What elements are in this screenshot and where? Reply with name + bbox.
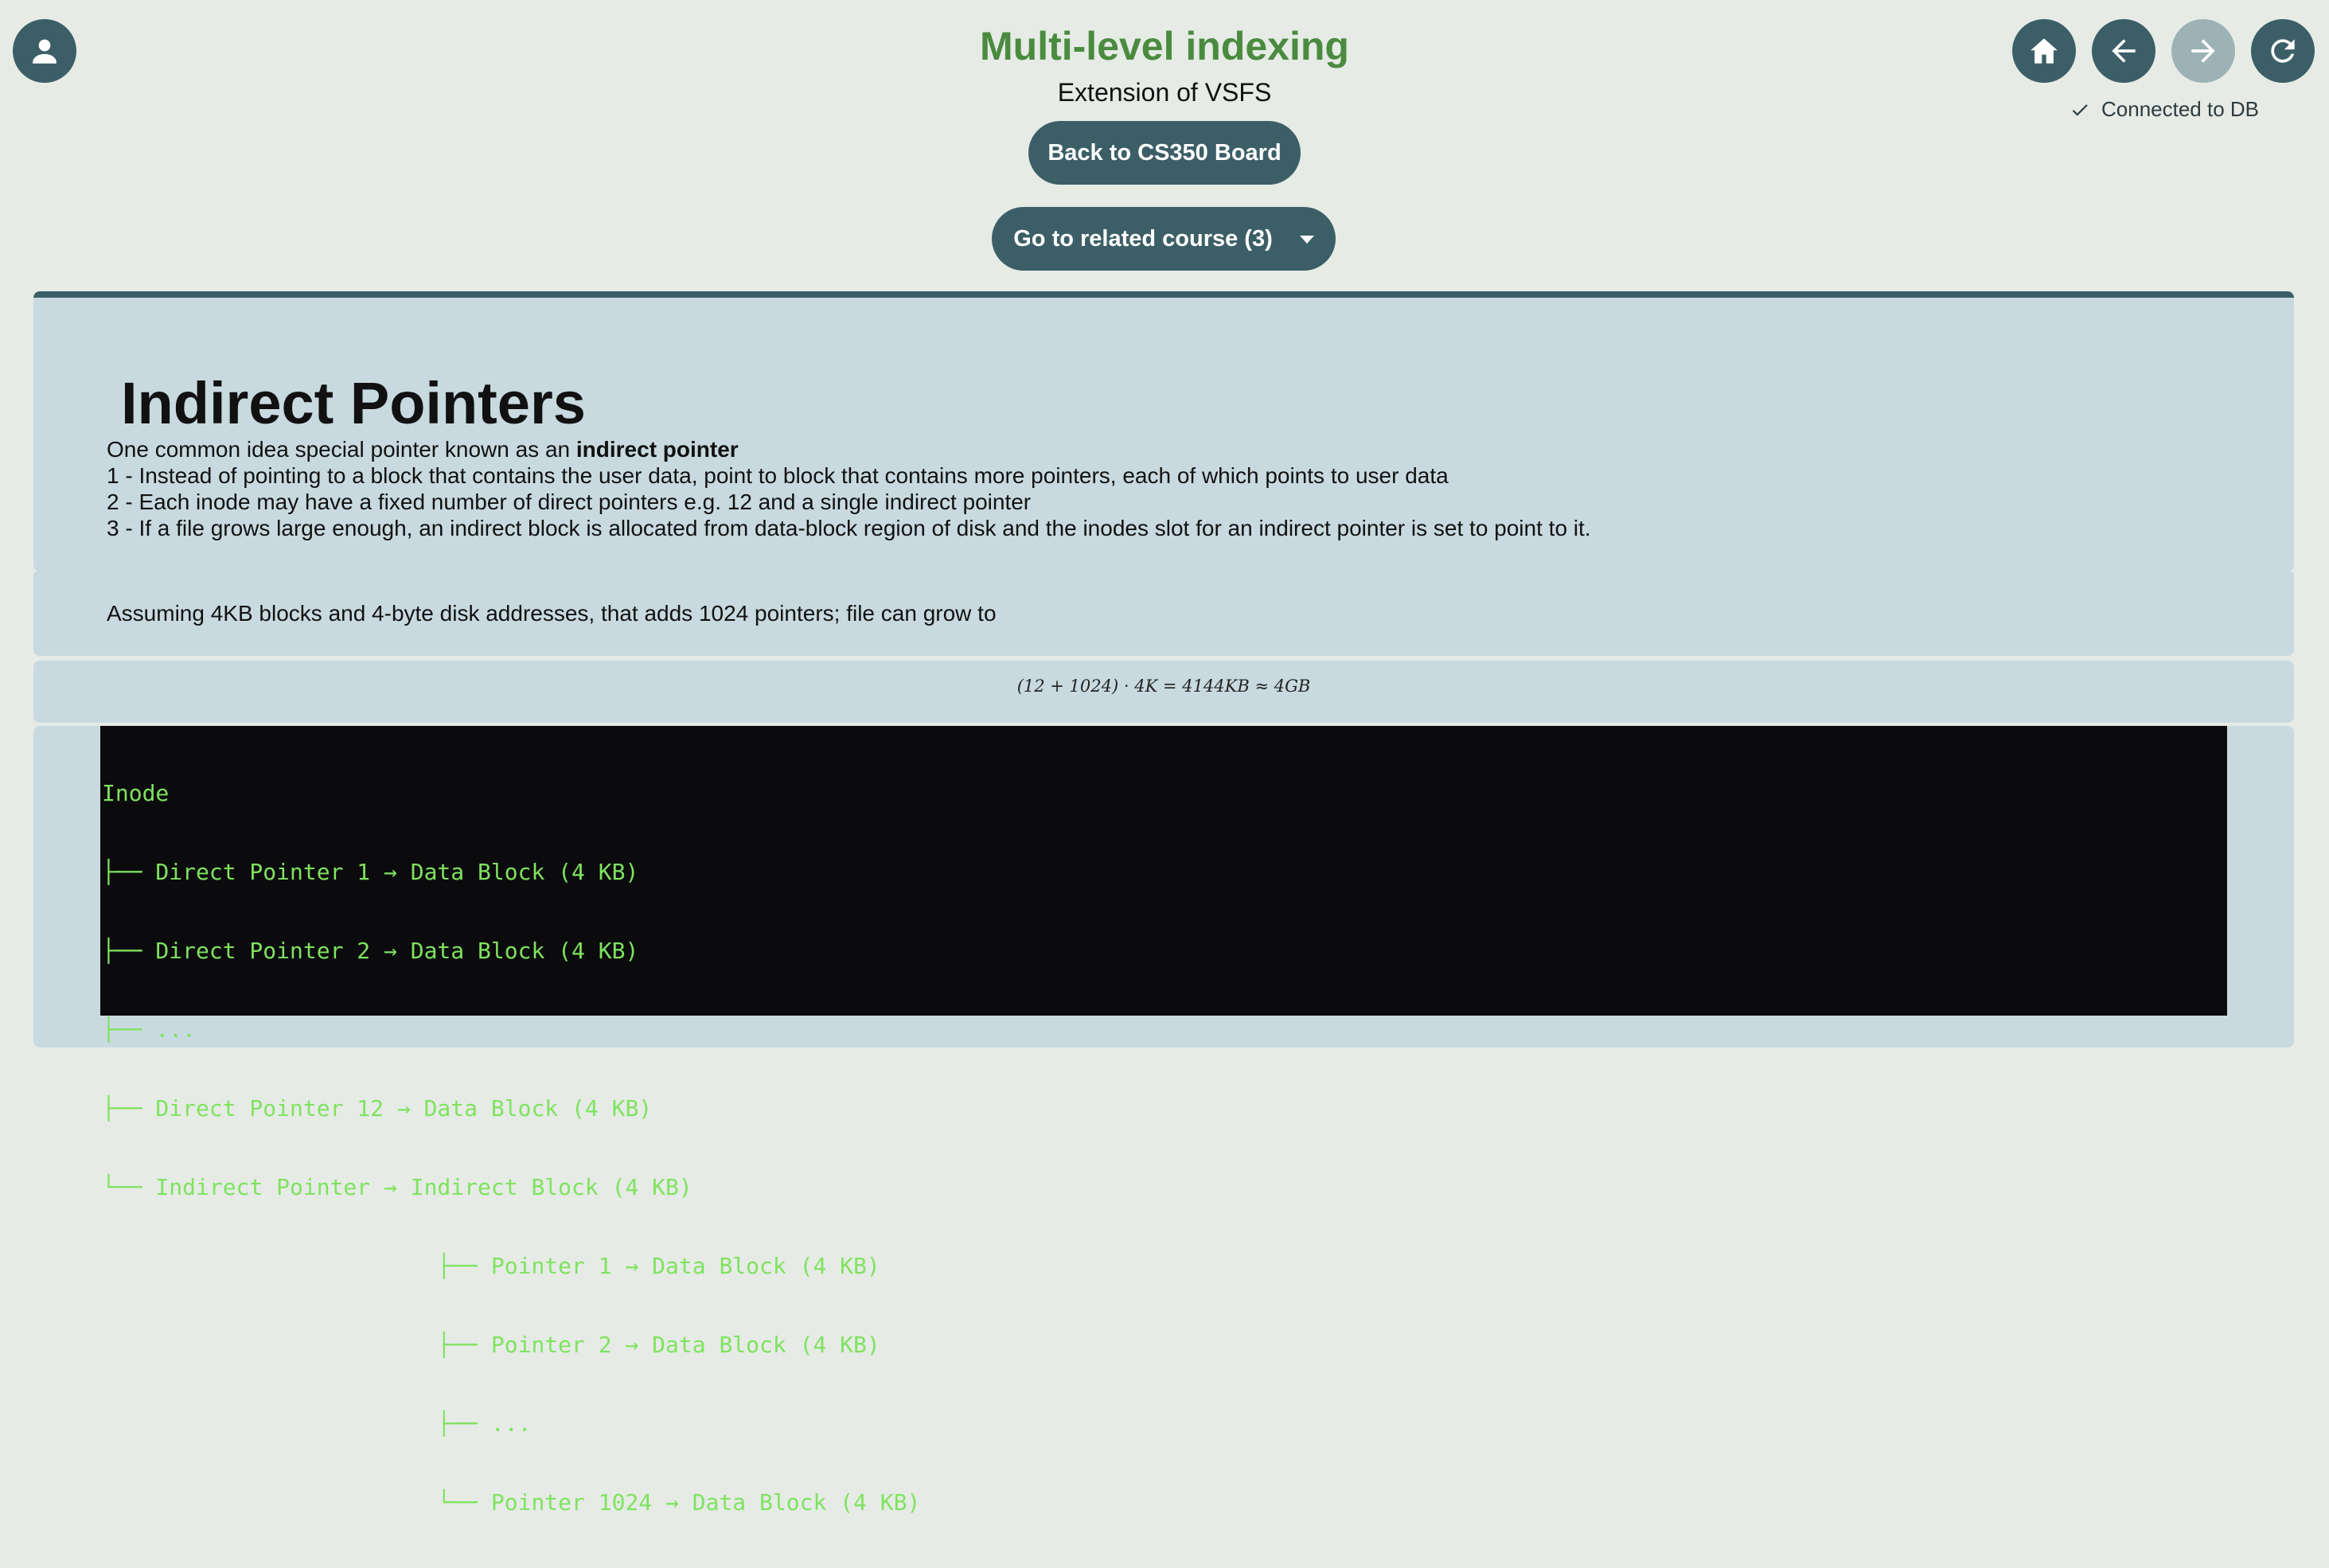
point-2: 2 - Each inode may have a fixed number o… — [107, 490, 1032, 514]
code-line: ├── Direct Pointer 1 → Data Block (4 KB) — [102, 859, 639, 885]
page-header: Multi-level indexing Extension of VSFS — [0, 21, 2329, 108]
page-subtitle: Extension of VSFS — [1057, 78, 1272, 107]
arrow-left-icon — [2112, 39, 2136, 63]
home-button[interactable] — [2012, 19, 2076, 83]
code-block: Inode ├── Direct Pointer 1 → Data Block … — [100, 726, 2227, 1515]
content-card-formula: (12 + 1024) · 4K = 4144KB ≈ 4GB — [33, 661, 2294, 723]
code-line: └── Pointer 1024 → Data Block (4 KB) — [102, 1489, 921, 1515]
code-line: ├── Pointer 1 → Data Block (4 KB) — [102, 1253, 880, 1279]
code-line: ├── Direct Pointer 2 → Data Block (4 KB) — [102, 938, 639, 964]
forward-button[interactable] — [2171, 19, 2235, 83]
back-button[interactable] — [2092, 19, 2155, 83]
code-line: ├── ... — [102, 1410, 532, 1437]
intro-text: One common idea special pointer known as… — [107, 436, 1591, 541]
intro-bold: indirect pointer — [575, 437, 739, 462]
code-line: ├── ... — [102, 1016, 197, 1043]
back-to-board-label: Back to CS350 Board — [1047, 139, 1282, 166]
arrow-right-icon — [2191, 39, 2215, 63]
content-card-code: Inode ├── Direct Pointer 1 → Data Block … — [33, 726, 2294, 1515]
refresh-icon — [2271, 39, 2295, 63]
code-line: ├── Pointer 2 → Data Block (4 KB) — [102, 1332, 880, 1358]
related-course-label: Go to related course (3) — [1013, 225, 1273, 252]
home-icon — [2031, 38, 2058, 64]
check-icon — [2072, 103, 2088, 116]
related-course-dropdown[interactable]: Go to related course (3) — [992, 207, 1336, 271]
content-card-intro: Indirect Pointers One common idea specia… — [33, 291, 2294, 571]
db-status: Connected to DB — [2070, 97, 2259, 122]
assumption-text: Assuming 4KB blocks and 4-byte disk addr… — [107, 601, 997, 626]
back-to-board-button[interactable]: Back to CS350 Board — [1028, 121, 1301, 185]
refresh-button[interactable] — [2251, 19, 2315, 83]
db-status-label: Connected to DB — [2101, 97, 2260, 121]
chevron-down-icon — [1299, 236, 1314, 244]
page-title: Multi-level indexing — [980, 24, 1349, 68]
intro-line: One common idea special pointer known as… — [107, 436, 1591, 462]
code-line: └── Indirect Pointer → Indirect Block (4… — [102, 1174, 692, 1200]
formula: (12 + 1024) · 4K = 4144KB ≈ 4GB — [1016, 677, 1311, 696]
code-line: ├── Direct Pointer 12 → Data Block (4 KB… — [102, 1095, 653, 1121]
point-1: 1 - Instead of pointing to a block that … — [107, 463, 1449, 488]
code-line: Inode — [102, 780, 170, 806]
section-heading: Indirect Pointers — [121, 370, 586, 436]
content-card-assumption: Assuming 4KB blocks and 4-byte disk addr… — [33, 570, 2294, 656]
intro-prefix: One common idea special pointer known as… — [107, 437, 576, 462]
point-3: 3 - If a file grows large enough, an ind… — [107, 516, 1591, 540]
